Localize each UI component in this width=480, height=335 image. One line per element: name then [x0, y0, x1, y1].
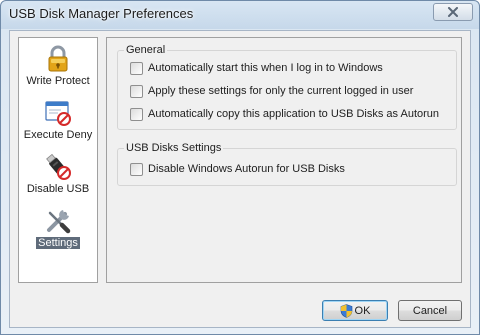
option-label: Disable Windows Autorun for USB Disks: [148, 163, 345, 175]
auto-start-option[interactable]: Automatically start this when I log in t…: [130, 60, 383, 76]
checkbox[interactable]: [130, 61, 143, 75]
option-label: Apply these settings for only the curren…: [148, 85, 414, 97]
checkbox[interactable]: [130, 84, 143, 98]
sidebar-item-label: Settings: [36, 237, 80, 249]
window-deny-icon: [45, 101, 71, 126]
group-title: USB Disks Settings: [124, 142, 224, 154]
padlock-icon: [48, 45, 68, 72]
usb-settings-group: USB Disks Settings Disable Windows Autor…: [117, 142, 457, 186]
disable-autorun-option[interactable]: Disable Windows Autorun for USB Disks: [130, 161, 345, 177]
option-label: Automatically copy this application to U…: [148, 108, 440, 120]
checkbox[interactable]: [130, 107, 143, 121]
usb-drive-icon: [46, 153, 71, 180]
ok-button-label: OK: [354, 304, 371, 317]
autorun-copy-option[interactable]: Automatically copy this application to U…: [130, 106, 439, 122]
sidebar-item-disable-usb[interactable]: Disable USB: [19, 152, 97, 204]
window-title: USB Disk Manager Preferences: [9, 6, 194, 21]
preferences-window: USB Disk Manager Preferences Write Prote…: [0, 0, 480, 335]
close-button[interactable]: [433, 3, 473, 21]
title-bar[interactable]: USB Disk Manager Preferences: [1, 1, 479, 27]
checkbox[interactable]: [130, 162, 143, 176]
group-title: General: [124, 44, 168, 56]
sidebar-item-label: Write Protect: [26, 75, 90, 87]
sidebar-item-label: Disable USB: [26, 183, 90, 195]
cancel-button-label: Cancel: [412, 304, 448, 317]
sidebar-item-execute-deny[interactable]: Execute Deny: [19, 98, 97, 150]
sidebar: Write Protect Execute Deny Disable USB S…: [18, 37, 98, 283]
dialog-body: Write Protect Execute Deny Disable USB S…: [9, 30, 471, 328]
sidebar-item-write-protect[interactable]: Write Protect: [19, 44, 97, 96]
settings-panel: General Automatically start this when I …: [106, 37, 462, 283]
option-label: Automatically start this when I log in t…: [148, 62, 383, 74]
close-icon: [448, 7, 458, 17]
cancel-button[interactable]: Cancel: [398, 300, 462, 321]
sidebar-item-settings[interactable]: Settings: [19, 206, 97, 258]
tools-icon: [47, 210, 71, 234]
shield-icon: [340, 303, 352, 318]
ok-button[interactable]: OK: [322, 300, 388, 321]
general-group: General Automatically start this when I …: [117, 44, 457, 130]
sidebar-item-label: Execute Deny: [23, 129, 93, 141]
current-user-option[interactable]: Apply these settings for only the curren…: [130, 83, 413, 99]
